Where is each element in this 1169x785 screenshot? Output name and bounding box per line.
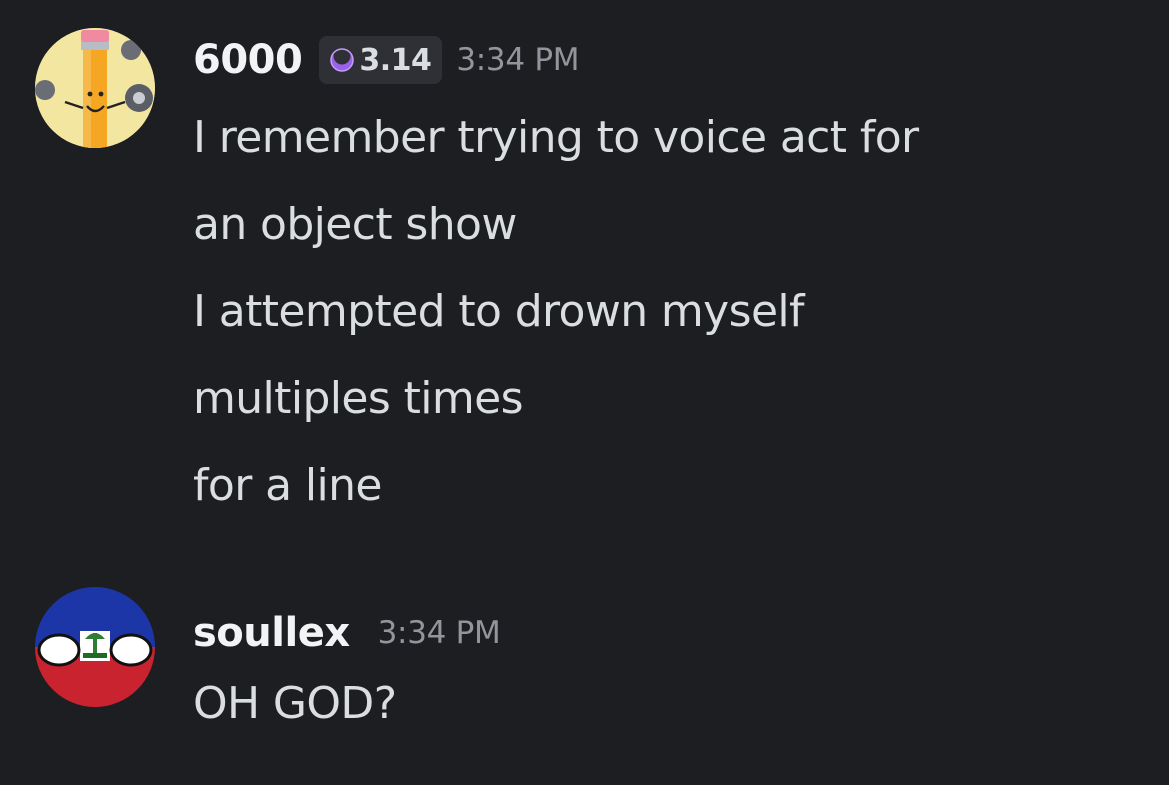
message-header: soullex 3:34 PM: [193, 608, 1149, 658]
message-text-line: for a line: [193, 460, 382, 511]
message-text-line: OH GOD?: [193, 678, 397, 729]
haiti-countryball-icon: [35, 587, 155, 707]
message-timestamp[interactable]: 3:34 PM: [378, 608, 501, 658]
user-avatar[interactable]: [35, 28, 155, 148]
message-header: 6000 3.14 3:34 PM: [193, 35, 1149, 85]
message-text-line: multiples times: [193, 373, 524, 424]
user-badge[interactable]: 3.14: [319, 36, 443, 84]
username[interactable]: soullex: [193, 608, 350, 658]
message-body: I remember trying to voice act for an ob…: [193, 94, 1149, 529]
message-text-line: I attempted to drown myself: [193, 286, 805, 337]
username[interactable]: 6000: [193, 35, 303, 85]
message-body: OH GOD?: [193, 660, 1149, 747]
user-avatar[interactable]: [35, 587, 155, 707]
crescent-moon-icon: [330, 47, 355, 72]
chat-message-list: 6000 3.14 3:34 PM I remember trying to v…: [0, 0, 1169, 785]
message-text-line: I remember trying to voice act for: [193, 112, 919, 163]
badge-label: 3.14: [359, 42, 432, 78]
message-text-line: an object show: [193, 199, 517, 250]
pencil-character-icon: [35, 28, 155, 148]
message-timestamp[interactable]: 3:34 PM: [456, 35, 579, 85]
